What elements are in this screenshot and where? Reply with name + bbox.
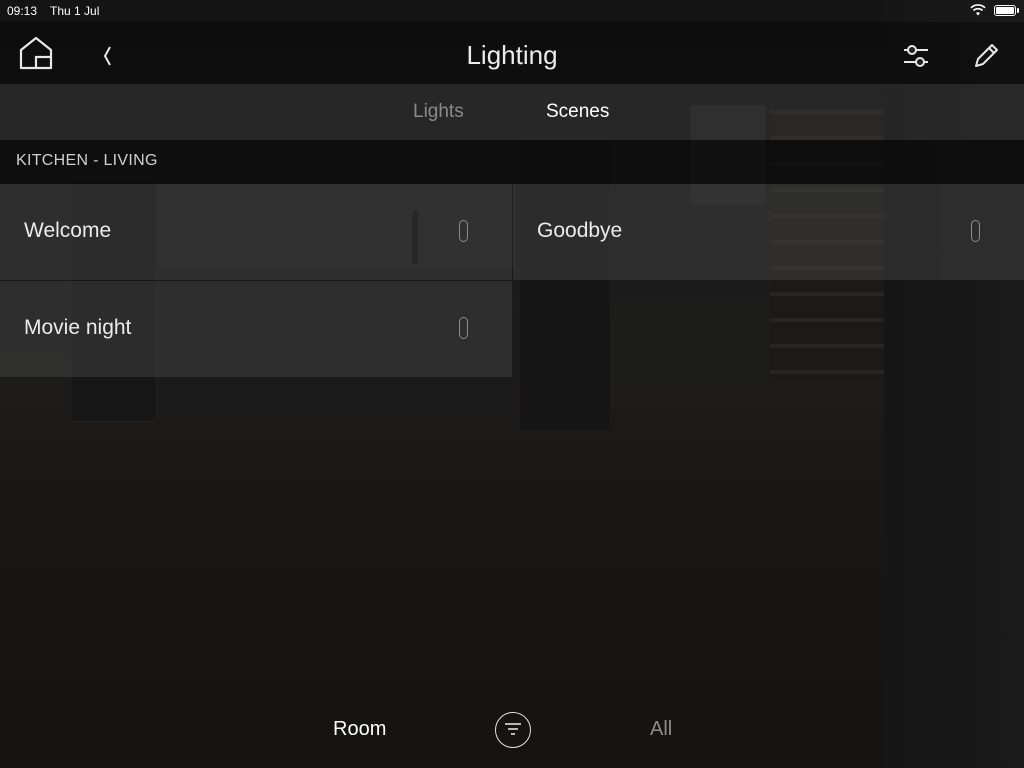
pencil-icon[interactable] bbox=[970, 40, 1002, 72]
scene-tile-welcome[interactable]: Welcome bbox=[0, 184, 512, 280]
scene-label: Welcome bbox=[24, 219, 112, 242]
scene-toggle[interactable] bbox=[971, 220, 980, 242]
tab-scenes[interactable]: Scenes bbox=[546, 101, 609, 123]
scene-toggle[interactable] bbox=[459, 317, 468, 339]
filter-icon[interactable] bbox=[495, 712, 531, 748]
section-title: KITCHEN - LIVING bbox=[16, 152, 158, 169]
status-bar: 09:13 Thu 1 Jul bbox=[0, 0, 1024, 22]
battery-icon bbox=[994, 5, 1019, 16]
scene-label: Goodbye bbox=[537, 219, 623, 242]
all-filter-button[interactable]: All bbox=[650, 718, 672, 741]
page-title: Lighting bbox=[466, 40, 558, 70]
bottom-bar: Room All bbox=[0, 708, 1024, 768]
app-header: Lighting bbox=[0, 22, 1024, 84]
filter-lines-icon bbox=[505, 723, 521, 735]
tab-lights[interactable]: Lights bbox=[413, 101, 464, 123]
section-header: KITCHEN - LIVING bbox=[0, 140, 1024, 184]
scene-toggle[interactable] bbox=[459, 220, 468, 242]
scene-label: Movie night bbox=[24, 316, 132, 339]
sliders-icon[interactable] bbox=[900, 40, 932, 72]
scene-tile-goodbye[interactable]: Goodbye bbox=[513, 184, 1024, 280]
room-filter-button[interactable]: Room bbox=[333, 718, 386, 741]
scene-tile-movie-night[interactable]: Movie night bbox=[0, 281, 512, 377]
tab-bar: Lights Scenes bbox=[0, 84, 1024, 140]
wifi-icon bbox=[970, 4, 986, 16]
home-icon[interactable] bbox=[18, 35, 54, 71]
back-chevron-icon[interactable] bbox=[98, 42, 118, 70]
status-time: 09:13 bbox=[7, 4, 38, 18]
status-date: Thu 1 Jul bbox=[50, 4, 100, 18]
